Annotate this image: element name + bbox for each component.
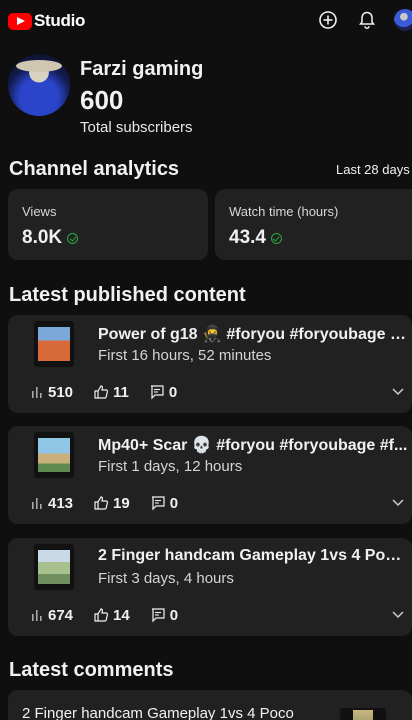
comment-icon [150, 385, 164, 400]
views-count: 413 [48, 494, 74, 512]
comment-icon [151, 608, 165, 623]
create-icon[interactable] [318, 10, 338, 30]
views-label: Views [22, 204, 57, 219]
likes-stat: 19 [93, 495, 130, 512]
video-title: 2 Finger handcam Gameplay 1vs 4 Poco ... [98, 547, 408, 564]
thumbs-up-icon [94, 496, 109, 510]
views-card[interactable]: Views 8.0K [8, 189, 208, 260]
views-count: 674 [48, 606, 74, 624]
subscriber-count: 600 [80, 85, 124, 115]
video-card[interactable]: 2 Finger handcam Gameplay 1vs 4 Poco ...… [8, 538, 412, 636]
subscriber-label: Total subscribers [80, 119, 193, 136]
chevron-down-icon[interactable] [391, 609, 405, 619]
check-circle-icon [270, 232, 282, 244]
comments-count: 0 [168, 383, 178, 401]
latest-comments-title: Latest comments [9, 659, 174, 681]
comments-count: 0 [169, 606, 179, 624]
views-value: 8.0K [22, 227, 63, 248]
comment-icon [151, 496, 165, 511]
comment-video-thumbnail [340, 708, 386, 720]
video-thumbnail [34, 321, 74, 367]
watch-time-value: 43.4 [229, 227, 266, 248]
bar-chart-icon [32, 387, 42, 398]
video-age: First 3 days, 4 hours [98, 570, 234, 587]
latest-content-title: Latest published content [9, 284, 246, 306]
views-stat: 413 [30, 495, 73, 512]
likes-count: 14 [113, 606, 130, 624]
video-stats: 510 11 0 [30, 381, 197, 403]
watch-time-label: Watch time (hours) [229, 204, 339, 219]
chevron-down-icon[interactable] [391, 497, 405, 507]
comments-stat: 0 [150, 495, 178, 512]
views-count: 510 [48, 383, 74, 401]
watch-time-value-row: 43.4 [229, 227, 282, 249]
likes-count: 11 [113, 383, 129, 401]
views-value-row: 8.0K [22, 227, 79, 249]
logo-text: Studio [34, 11, 86, 30]
bar-chart-icon [32, 610, 42, 621]
comments-stat: 0 [149, 384, 177, 401]
top-bar: Studio [0, 0, 412, 40]
bar-chart-icon [32, 498, 42, 509]
watch-time-card[interactable]: Watch time (hours) 43.4 [215, 189, 412, 260]
studio-logo[interactable]: Studio [8, 11, 85, 31]
video-stats: 413 19 0 [30, 492, 198, 514]
video-card[interactable]: Power of g18 🥷 #foryou #foryoubage #... … [8, 315, 412, 413]
comments-stat: 0 [150, 607, 178, 624]
check-circle-icon [67, 232, 79, 244]
analytics-title: Channel analytics [9, 158, 180, 180]
video-thumbnail [34, 544, 74, 590]
channel-name: Farzi gaming [80, 58, 204, 80]
chevron-down-icon[interactable] [391, 386, 405, 396]
analytics-period[interactable]: Last 28 days [336, 162, 410, 177]
likes-stat: 11 [93, 384, 129, 401]
video-thumbnail [34, 432, 74, 478]
likes-stat: 14 [93, 607, 130, 624]
channel-avatar [8, 54, 70, 116]
video-age: First 1 days, 12 hours [98, 458, 243, 475]
video-title: Power of g18 🥷 #foryou #foryoubage #... [98, 326, 408, 343]
video-card[interactable]: Mp40+ Scar 💀 #foryou #foryoubage #f... F… [8, 426, 412, 524]
comment-video-title: 2 Finger handcam Gameplay 1vs 4 Poco [22, 705, 294, 720]
video-age: First 16 hours, 52 minutes [98, 347, 272, 364]
video-stats: 674 14 0 [30, 604, 198, 626]
thumbs-up-icon [94, 385, 109, 399]
bell-icon[interactable] [357, 10, 377, 30]
video-title: Mp40+ Scar 💀 #foryou #foryoubage #f... [98, 437, 408, 454]
thumbs-up-icon [94, 608, 109, 622]
youtube-logo-icon [8, 12, 32, 30]
likes-count: 19 [113, 494, 130, 512]
comments-count: 0 [169, 494, 179, 512]
views-stat: 674 [30, 607, 73, 624]
account-avatar[interactable] [394, 9, 412, 31]
comment-card[interactable]: 2 Finger handcam Gameplay 1vs 4 Poco [8, 690, 412, 720]
views-stat: 510 [30, 384, 73, 401]
